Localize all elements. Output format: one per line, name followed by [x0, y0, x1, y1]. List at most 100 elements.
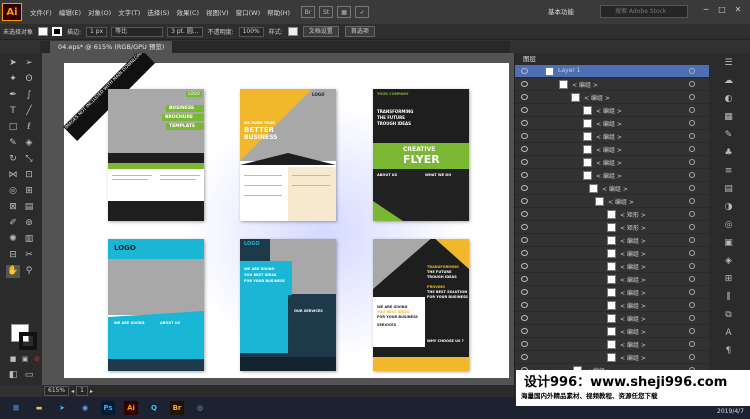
target-circle-icon[interactable] — [689, 107, 695, 113]
layer-row[interactable]: Layer 1 — [515, 65, 710, 78]
layer-row[interactable]: < 编组 > — [515, 260, 710, 273]
scale-tool-icon[interactable]: ⤡ — [22, 153, 36, 166]
visibility-eye-icon[interactable] — [521, 94, 528, 100]
graphic-style-swatch[interactable] — [287, 27, 298, 36]
stock-icon[interactable]: St — [319, 6, 334, 18]
graphic-styles-icon[interactable]: ▣ — [721, 237, 736, 250]
target-circle-icon[interactable] — [689, 133, 695, 139]
menu-select[interactable]: 选择(S) — [147, 7, 169, 17]
artboards-icon[interactable]: ⊞ — [721, 273, 736, 286]
eraser-tool-icon[interactable]: ◈ — [22, 137, 36, 150]
visibility-eye-icon[interactable] — [521, 185, 528, 191]
target-circle-icon[interactable] — [689, 276, 695, 282]
bridge-icon[interactable]: Br — [301, 6, 316, 18]
layer-row[interactable]: < 编组 > — [515, 156, 710, 169]
layer-row[interactable]: < 编组 > — [515, 234, 710, 247]
layer-row[interactable]: < 编组 > — [515, 299, 710, 312]
file-explorer-icon[interactable]: ▬ — [32, 401, 46, 415]
curvature-tool-icon[interactable]: ∫ — [22, 89, 36, 102]
libraries-icon[interactable]: ☁ — [721, 75, 736, 88]
layer-row[interactable]: < 矩形 > — [515, 208, 710, 221]
document-setup-button[interactable]: 文档设置 — [302, 26, 339, 37]
layer-row[interactable]: < 编组 > — [515, 182, 710, 195]
artboard-tool-icon[interactable]: ⊟ — [6, 249, 20, 262]
layer-row[interactable]: < 编组 > — [515, 117, 710, 130]
menu-object[interactable]: 对象(O) — [88, 7, 111, 17]
appearance-icon[interactable]: ◎ — [721, 219, 736, 232]
stroke-profile-select[interactable]: 等比 — [111, 26, 164, 37]
brush-select[interactable]: 3 pt. 圆... — [167, 26, 203, 37]
layer-row[interactable]: < 矩形 > — [515, 221, 710, 234]
visibility-eye-icon[interactable] — [521, 276, 528, 282]
target-circle-icon[interactable] — [689, 250, 695, 256]
target-circle-icon[interactable] — [689, 68, 695, 74]
stroke-swatch[interactable] — [52, 27, 63, 36]
preferences-button[interactable]: 首选项 — [344, 26, 375, 37]
eyedropper-tool-icon[interactable]: ✐ — [6, 217, 20, 230]
visibility-eye-icon[interactable] — [521, 172, 528, 178]
brushes-icon[interactable]: ✎ — [721, 129, 736, 142]
layers-icon[interactable]: ◈ — [721, 255, 736, 268]
layer-row[interactable]: < 编组 > — [515, 273, 710, 286]
gradient-tool-icon[interactable]: ▤ — [22, 201, 36, 214]
layer-row[interactable]: < 编组 > — [515, 130, 710, 143]
direct-selection-tool-icon[interactable]: ➢ — [22, 57, 36, 70]
target-circle-icon[interactable] — [689, 289, 695, 295]
visibility-eye-icon[interactable] — [521, 237, 528, 243]
layer-row[interactable]: < 编组 > — [515, 91, 710, 104]
layer-row[interactable]: < 编组 > — [515, 338, 710, 351]
flyer-cyan-about[interactable]: LOGO WE ARE GIVING ABOUT US — [108, 239, 204, 371]
zoom-tool-icon[interactable]: ⚲ — [22, 265, 36, 278]
target-circle-icon[interactable] — [689, 81, 695, 87]
visibility-eye-icon[interactable] — [521, 198, 528, 204]
screen-mode-icon[interactable]: ▭ — [22, 369, 36, 382]
target-circle-icon[interactable] — [689, 263, 695, 269]
maximize-icon[interactable]: □ — [714, 5, 730, 14]
target-circle-icon[interactable] — [689, 354, 695, 360]
free-transform-tool-icon[interactable]: ⊡ — [22, 169, 36, 182]
slice-tool-icon[interactable]: ✂ — [22, 249, 36, 262]
type-tool-icon[interactable]: T — [6, 105, 20, 118]
symbol-sprayer-tool-icon[interactable]: ✺ — [6, 233, 20, 246]
target-circle-icon[interactable] — [689, 185, 695, 191]
target-circle-icon[interactable] — [689, 172, 695, 178]
layer-row[interactable]: < 编组 > — [515, 78, 710, 91]
menu-file[interactable]: 文件(F) — [30, 7, 52, 17]
mesh-tool-icon[interactable]: ⊠ — [6, 201, 20, 214]
layer-row[interactable]: < 编组 > — [515, 195, 710, 208]
draw-mode-icon[interactable]: ◧ — [6, 369, 20, 382]
target-circle-icon[interactable] — [689, 211, 695, 217]
align-icon[interactable]: ⫼ — [721, 291, 736, 304]
flyer-better-business[interactable]: LOGO WE MAKE YOUR BETTER BUSINESS — [240, 89, 336, 221]
character-icon[interactable]: A — [721, 327, 736, 340]
visibility-eye-icon[interactable] — [521, 107, 528, 113]
artboard-number-field[interactable]: 1 — [76, 386, 88, 396]
blend-tool-icon[interactable]: ⊚ — [22, 217, 36, 230]
paragraph-icon[interactable]: ¶ — [721, 345, 736, 358]
photoshop-taskbar-icon[interactable]: Ps — [101, 401, 115, 415]
transparency-icon[interactable]: ◑ — [721, 201, 736, 214]
hand-tool-icon[interactable]: ✋ — [6, 265, 20, 278]
workspace-switcher[interactable]: 基本功能 — [548, 6, 574, 16]
stroke-color-box[interactable] — [19, 332, 37, 350]
windows-start-icon[interactable]: ⊞ — [9, 401, 23, 415]
stroke-weight-field[interactable]: 1 px — [86, 26, 108, 37]
fill-swatch[interactable] — [38, 27, 49, 36]
flyer-cyan-services[interactable]: LOGO WE ARE GIVING YOU BEST IDEAS FOR YO… — [240, 239, 336, 371]
target-circle-icon[interactable] — [689, 328, 695, 334]
target-circle-icon[interactable] — [689, 120, 695, 126]
prev-artboard-icon[interactable]: ◂ — [71, 388, 74, 395]
column-graph-tool-icon[interactable]: ▥ — [22, 233, 36, 246]
menu-window[interactable]: 窗口(W) — [236, 7, 261, 17]
visibility-eye-icon[interactable] — [521, 289, 528, 295]
target-circle-icon[interactable] — [689, 315, 695, 321]
target-circle-icon[interactable] — [689, 94, 695, 100]
visibility-eye-icon[interactable] — [521, 302, 528, 308]
width-tool-icon[interactable]: ⋈ — [6, 169, 20, 182]
gradient-icon[interactable]: ▤ — [721, 183, 736, 196]
pen-tool-icon[interactable]: ✒ — [6, 89, 20, 102]
next-artboard-icon[interactable]: ▸ — [90, 388, 93, 395]
target-circle-icon[interactable] — [689, 302, 695, 308]
grid-icon[interactable]: ▦ — [337, 6, 352, 18]
visibility-eye-icon[interactable] — [521, 224, 528, 230]
